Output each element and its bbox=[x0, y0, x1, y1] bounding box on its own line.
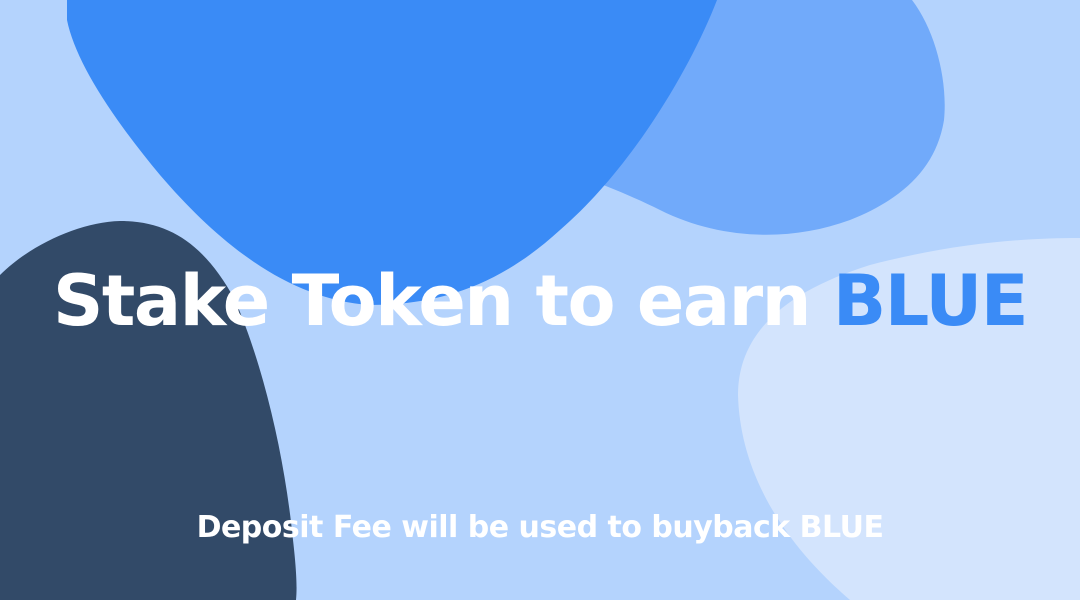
hero-banner: Stake Token to earn BLUE Deposit Fee wil… bbox=[0, 0, 1080, 600]
hero-subtitle: Deposit Fee will be used to buyback BLUE bbox=[196, 510, 884, 545]
hero-title: Stake Token to earn BLUE bbox=[0, 256, 1080, 346]
hero-title-prefix: Stake Token to earn bbox=[52, 260, 812, 342]
hero-title-highlight: BLUE bbox=[832, 260, 1029, 342]
